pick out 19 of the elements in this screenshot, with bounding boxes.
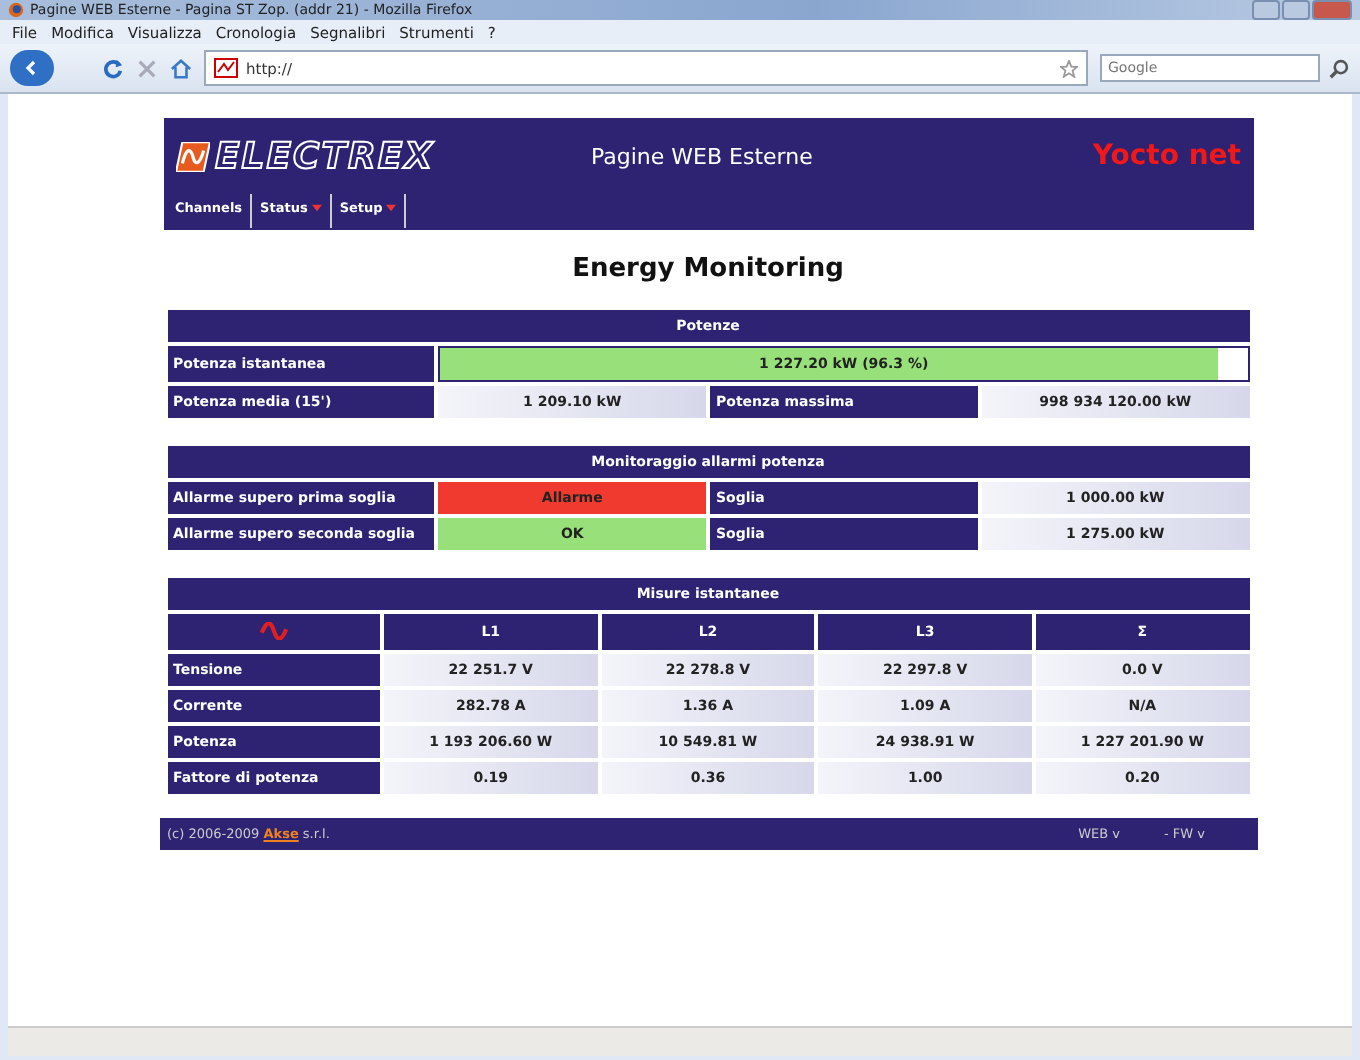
caret-icon xyxy=(386,204,397,212)
product-name: Yocto net xyxy=(1092,140,1241,172)
firefox-icon xyxy=(8,2,24,18)
home-icon[interactable] xyxy=(170,57,192,79)
wave-icon xyxy=(259,621,288,639)
logo-icon xyxy=(175,141,209,171)
minimize-button[interactable] xyxy=(1252,0,1280,20)
caret-icon xyxy=(311,204,322,212)
site-icon xyxy=(214,58,238,78)
reload-icon[interactable] xyxy=(102,57,124,79)
stop-icon[interactable] xyxy=(136,57,158,79)
maximize-button[interactable] xyxy=(1282,0,1310,20)
page-heading: Energy Monitoring xyxy=(572,254,844,284)
star-icon[interactable] xyxy=(1060,59,1078,77)
back-button[interactable] xyxy=(10,50,54,86)
logo-text: ELECTREX xyxy=(215,135,435,177)
banner-subtitle: Pagine WEB Esterne xyxy=(591,143,813,169)
close-button[interactable] xyxy=(1312,0,1352,20)
search-icon[interactable] xyxy=(1328,57,1350,79)
